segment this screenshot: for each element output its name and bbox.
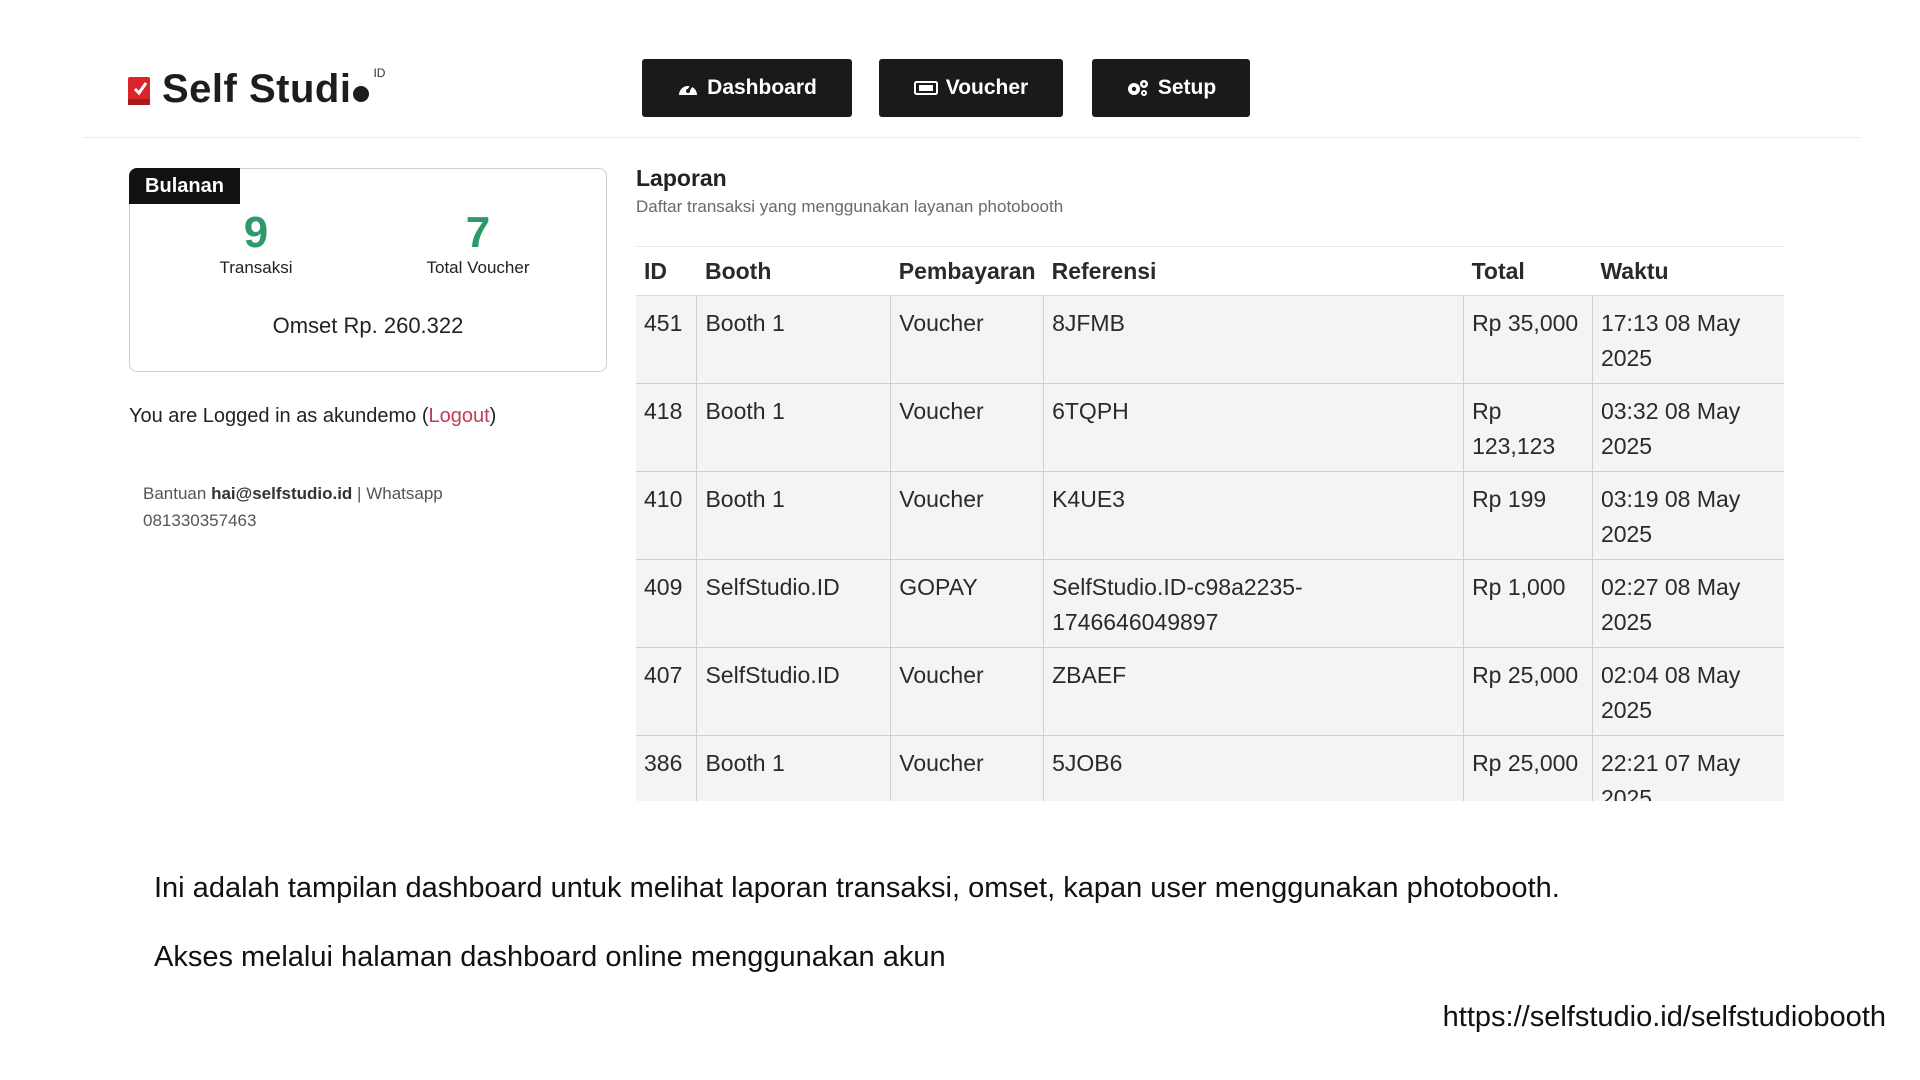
cell-payment: Voucher	[890, 295, 1045, 384]
booth-url[interactable]: https://selfstudio.id/selfstudiobooth	[1443, 1001, 1886, 1034]
help-prefix: Bantuan	[143, 484, 212, 503]
table-row[interactable]: 407 SelfStudio.ID Voucher ZBAEF Rp 25,00…	[636, 647, 1784, 736]
cell-id: 418	[636, 383, 698, 472]
col-booth[interactable]: Booth	[696, 247, 891, 296]
report-table: ID Booth Pembayaran Referensi Total Wakt…	[636, 247, 1784, 801]
report-subtitle: Daftar transaksi yang menggunakan layana…	[636, 197, 1064, 216]
table-row[interactable]: 418 Booth 1 Voucher 6TQPH Rp 123,123 03:…	[636, 383, 1784, 472]
voucher-count: 7	[465, 208, 491, 257]
transaksi-count: 9	[243, 208, 269, 257]
table-header-row: ID Booth Pembayaran Referensi Total Wakt…	[636, 247, 1784, 296]
caption-line-1: Ini adalah tampilan dashboard untuk meli…	[154, 872, 1560, 904]
dashboard-button[interactable]: Dashboard	[642, 59, 852, 117]
setup-button[interactable]: Setup	[1092, 59, 1250, 117]
cell-id: 451	[636, 295, 698, 384]
brand-sup: ID	[373, 66, 386, 80]
login-status: You are Logged in as akundemo (Logout)	[129, 405, 496, 428]
report-title: Laporan	[636, 165, 727, 191]
voucher-button[interactable]: Voucher	[879, 59, 1063, 117]
logo-dot	[353, 85, 370, 102]
cell-time: 03:32 08 May 2025	[1592, 383, 1784, 472]
cell-id: 409	[636, 559, 698, 648]
voucher-label: Voucher	[945, 76, 1029, 99]
brand-name: Self Studi	[162, 67, 370, 112]
cell-time: 17:13 08 May 2025	[1592, 295, 1784, 384]
gears-icon	[1126, 79, 1150, 97]
cell-booth: Booth 1	[696, 735, 892, 801]
col-pembayaran[interactable]: Pembayaran	[890, 247, 1044, 296]
cell-total: Rp 25,000	[1463, 735, 1593, 801]
logout-link[interactable]: Logout	[428, 405, 489, 427]
period-tag: Bulanan	[129, 168, 240, 204]
cell-total: Rp 35,000	[1463, 295, 1593, 384]
logo-mark-icon	[128, 77, 150, 105]
cell-total: Rp 199	[1463, 471, 1593, 560]
cell-payment: GOPAY	[890, 559, 1045, 648]
cell-ref: 8JFMB	[1043, 295, 1465, 384]
setup-label: Setup	[1157, 76, 1217, 99]
cell-payment: Voucher	[890, 735, 1045, 801]
cell-ref: K4UE3	[1043, 471, 1465, 560]
cell-time: 22:21 07 May 2025	[1592, 735, 1784, 801]
cell-time: 02:04 08 May 2025	[1592, 647, 1784, 736]
table-row[interactable]: 451 Booth 1 Voucher 8JFMB Rp 35,000 17:1…	[636, 295, 1784, 384]
help-email[interactable]: hai@selfstudio.id	[211, 484, 352, 503]
cell-total: Rp 123,123	[1463, 383, 1593, 472]
omset-total: Omset Rp. 260.322	[272, 313, 464, 338]
cell-booth: Booth 1	[696, 471, 892, 560]
cell-id: 386	[636, 735, 698, 801]
col-referensi[interactable]: Referensi	[1043, 247, 1464, 296]
col-id[interactable]: ID	[636, 247, 697, 296]
cell-booth: SelfStudio.ID	[696, 647, 892, 736]
cell-id: 407	[636, 647, 698, 736]
brand-logo[interactable]: Self Studi ID	[128, 66, 385, 112]
cell-ref: 5JOB6	[1043, 735, 1465, 801]
cell-booth: Booth 1	[696, 383, 892, 472]
cell-ref: 6TQPH	[1043, 383, 1465, 472]
cell-booth: SelfStudio.ID	[696, 559, 892, 648]
col-total[interactable]: Total	[1463, 247, 1593, 296]
cell-booth: Booth 1	[696, 295, 892, 384]
login-prefix: You are Logged in as akundemo (	[129, 405, 429, 427]
cell-total: Rp 1,000	[1463, 559, 1593, 648]
report-table-container[interactable]: ID Booth Pembayaran Referensi Total Wakt…	[636, 246, 1784, 801]
gauge-icon	[677, 79, 699, 97]
ticket-icon	[913, 80, 938, 96]
cell-ref: SelfStudio.ID-c98a2235-1746646049897	[1043, 559, 1465, 648]
header-divider	[82, 137, 1860, 138]
table-row[interactable]: 409 SelfStudio.ID GOPAY SelfStudio.ID-c9…	[636, 559, 1784, 648]
cell-ref: ZBAEF	[1043, 647, 1465, 736]
caption-line-2: Akses melalui halaman dashboard online m…	[154, 941, 946, 973]
table-row[interactable]: 410 Booth 1 Voucher K4UE3 Rp 199 03:19 0…	[636, 471, 1784, 560]
cell-payment: Voucher	[890, 471, 1045, 560]
cell-total: Rp 25,000	[1463, 647, 1593, 736]
dashboard-label: Dashboard	[707, 76, 817, 99]
voucher-label-stat: Total Voucher	[426, 258, 530, 277]
cell-id: 410	[636, 471, 698, 560]
table-row[interactable]: 386 Booth 1 Voucher 5JOB6 Rp 25,000 22:2…	[636, 735, 1784, 801]
cell-time: 03:19 08 May 2025	[1592, 471, 1784, 560]
transaksi-label: Transaksi	[219, 258, 293, 277]
col-waktu[interactable]: Waktu	[1592, 247, 1784, 296]
cell-payment: Voucher	[890, 647, 1045, 736]
cell-time: 02:27 08 May 2025	[1592, 559, 1784, 648]
help-contact: Bantuan hai@selfstudio.id | Whatsapp 081…	[143, 480, 543, 534]
login-suffix: )	[489, 405, 497, 427]
cell-payment: Voucher	[890, 383, 1045, 472]
